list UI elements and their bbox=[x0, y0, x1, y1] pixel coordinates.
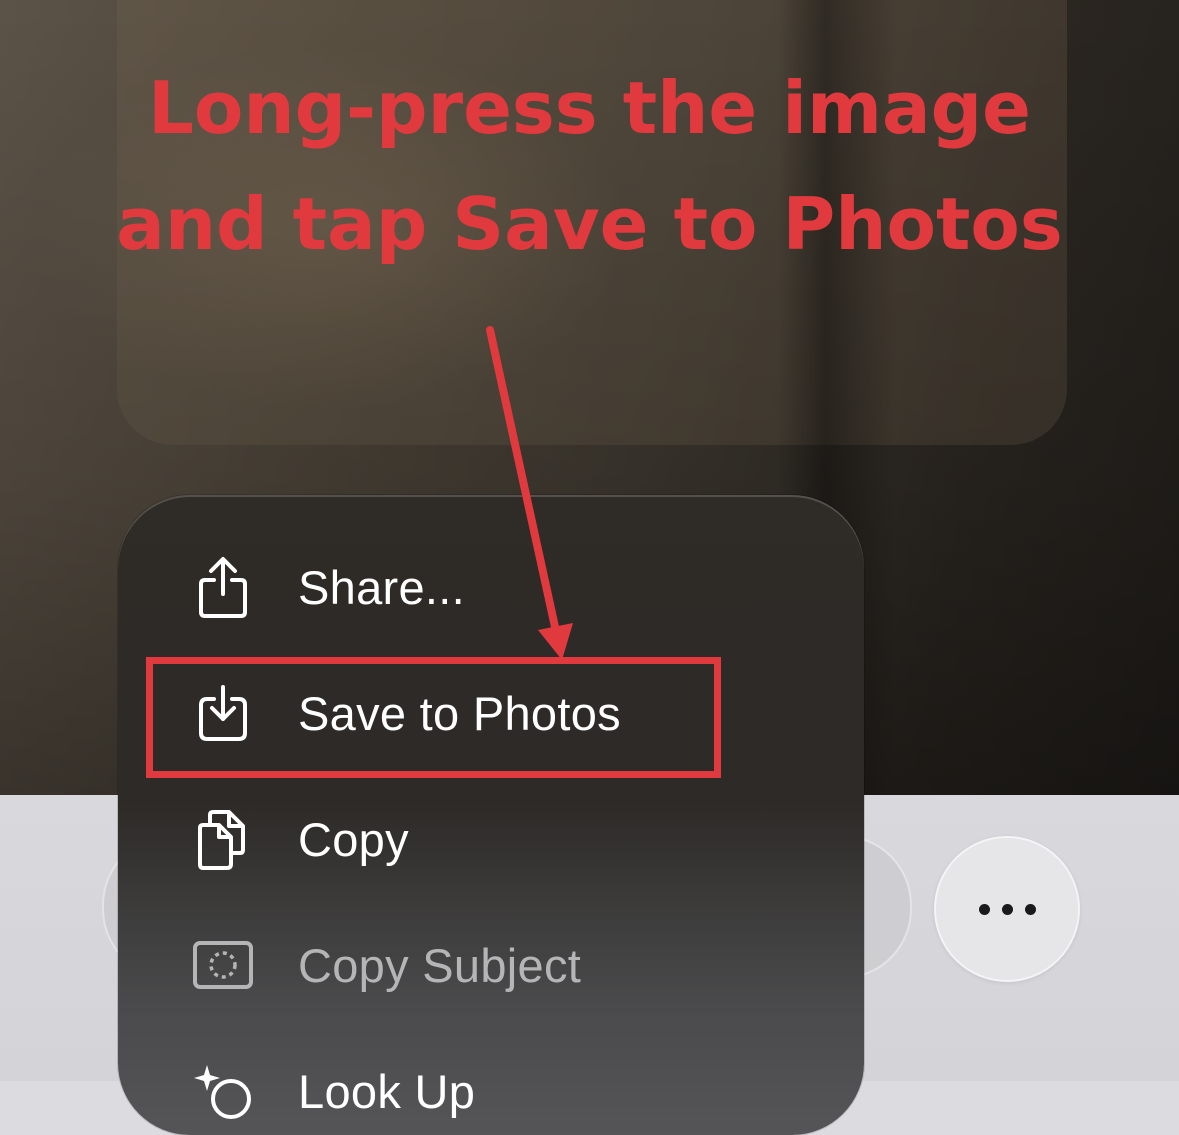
menu-item-share[interactable]: Share... bbox=[118, 532, 864, 642]
instruction-annotation: Long-press the image and tap Save to Pho… bbox=[0, 50, 1179, 282]
instruction-line-1: Long-press the image bbox=[148, 66, 1031, 150]
menu-item-label: Share... bbox=[298, 560, 465, 614]
look-up-icon bbox=[190, 1058, 256, 1124]
menu-item-copy[interactable]: Copy bbox=[118, 784, 864, 894]
highlight-box bbox=[146, 657, 721, 778]
menu-item-label: Look Up bbox=[298, 1064, 476, 1118]
instruction-line-2: and tap Save to Photos bbox=[116, 182, 1063, 266]
menu-item-copy-subject[interactable]: Copy Subject bbox=[118, 910, 864, 1020]
share-icon bbox=[190, 554, 256, 620]
ellipsis-dot bbox=[1024, 903, 1036, 915]
ellipsis-dot bbox=[1001, 903, 1013, 915]
menu-item-label: Copy bbox=[298, 812, 409, 866]
copy-subject-icon bbox=[190, 932, 256, 998]
copy-icon bbox=[190, 806, 256, 872]
menu-item-look-up[interactable]: Look Up bbox=[118, 1036, 864, 1135]
more-button[interactable] bbox=[934, 836, 1080, 982]
context-menu: Share... Save to Photos Copy Copy Subjec… bbox=[118, 495, 864, 1135]
menu-item-label: Copy Subject bbox=[298, 938, 582, 992]
ellipsis-icon bbox=[978, 903, 990, 915]
